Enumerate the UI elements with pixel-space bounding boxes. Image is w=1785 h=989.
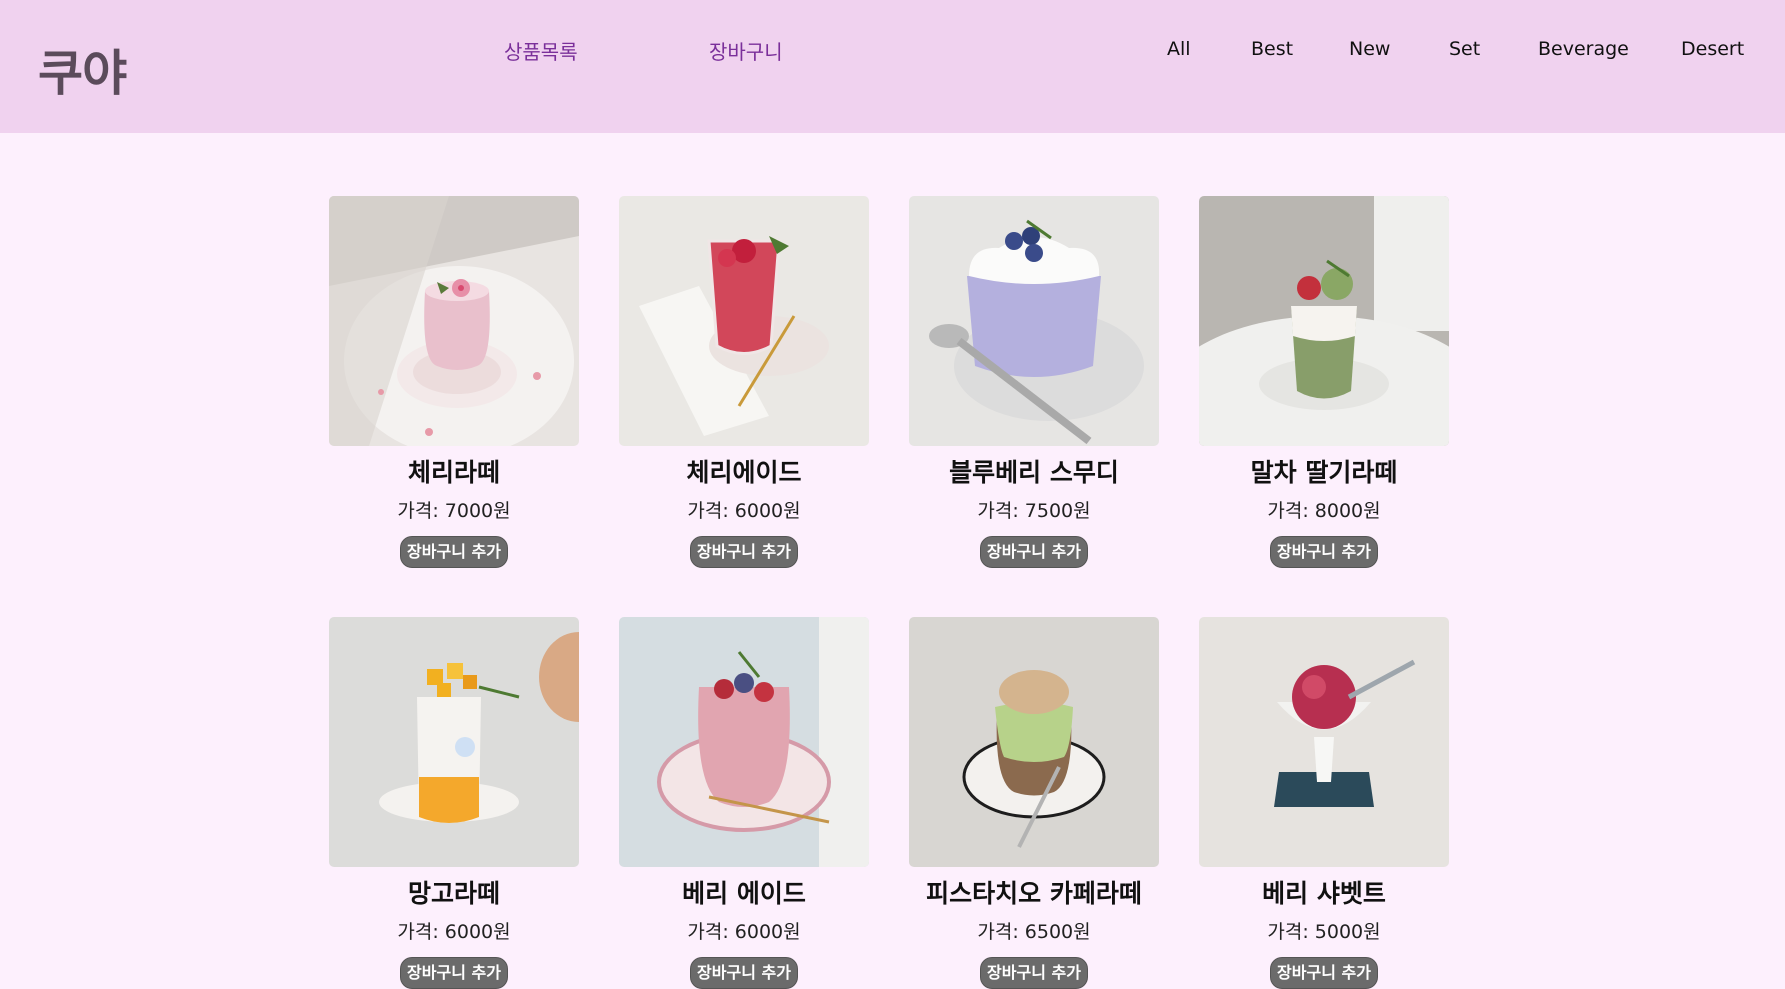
category-best[interactable]: Best: [1251, 38, 1293, 60]
product-card: 체리라떼 가격: 7000원 장바구니 추가: [329, 196, 579, 568]
product-price: 가격: 6000원: [687, 921, 801, 943]
product-price: 가격: 8000원: [1267, 500, 1381, 522]
nav-cart-link[interactable]: 장바구니: [709, 36, 783, 65]
product-image-pistachio-cafe-latte[interactable]: [909, 617, 1159, 867]
product-image-berry-ade[interactable]: [619, 617, 869, 867]
product-card: 베리 에이드 가격: 6000원 장바구니 추가: [619, 617, 869, 989]
site-header: 쿠야 상품목록 장바구니 All Best New Set Beverage D…: [0, 0, 1785, 133]
product-card: 말차 딸기라떼 가격: 8000원 장바구니 추가: [1199, 196, 1449, 568]
category-new[interactable]: New: [1349, 38, 1390, 60]
product-name: 피스타치오 카페라떼: [926, 879, 1142, 908]
add-to-cart-button[interactable]: 장바구니 추가: [1270, 957, 1378, 989]
product-card: 베리 샤벳트 가격: 5000원 장바구니 추가: [1199, 617, 1449, 989]
product-price: 가격: 5000원: [1267, 921, 1381, 943]
product-name: 망고라떼: [407, 879, 500, 908]
product-name: 베리 에이드: [682, 879, 806, 908]
product-name: 블루베리 스무디: [949, 458, 1119, 487]
product-image-cherry-latte[interactable]: [329, 196, 579, 446]
product-card: 체리에이드 가격: 6000원 장바구니 추가: [619, 196, 869, 568]
category-all[interactable]: All: [1167, 38, 1191, 60]
add-to-cart-button[interactable]: 장바구니 추가: [400, 536, 508, 568]
product-card: 피스타치오 카페라떼 가격: 6500원 장바구니 추가: [909, 617, 1159, 989]
product-card: 블루베리 스무디 가격: 7500원 장바구니 추가: [909, 196, 1159, 568]
product-name: 체리에이드: [686, 458, 802, 487]
product-name: 베리 샤벳트: [1262, 879, 1386, 908]
product-image-blueberry-smoothie[interactable]: [909, 196, 1159, 446]
product-price: 가격: 6500원: [977, 921, 1091, 943]
product-name: 체리라떼: [407, 458, 500, 487]
product-name: 말차 딸기라떼: [1250, 458, 1398, 487]
product-image-mango-latte[interactable]: [329, 617, 579, 867]
product-price: 가격: 6000원: [687, 500, 801, 522]
category-beverage[interactable]: Beverage: [1538, 38, 1629, 60]
category-set[interactable]: Set: [1449, 38, 1480, 60]
product-image-cherry-ade[interactable]: [619, 196, 869, 446]
add-to-cart-button[interactable]: 장바구니 추가: [980, 536, 1088, 568]
add-to-cart-button[interactable]: 장바구니 추가: [980, 957, 1088, 989]
product-image-matcha-strawberry-latte[interactable]: [1199, 196, 1449, 446]
site-logo[interactable]: 쿠야: [38, 34, 127, 105]
add-to-cart-button[interactable]: 장바구니 추가: [690, 957, 798, 989]
product-image-berry-sorbet[interactable]: [1199, 617, 1449, 867]
nav-products-link[interactable]: 상품목록: [504, 36, 578, 65]
product-price: 가격: 6000원: [397, 921, 511, 943]
product-card: 망고라떼 가격: 6000원 장바구니 추가: [329, 617, 579, 989]
add-to-cart-button[interactable]: 장바구니 추가: [400, 957, 508, 989]
product-price: 가격: 7000원: [397, 500, 511, 522]
add-to-cart-button[interactable]: 장바구니 추가: [1270, 536, 1378, 568]
category-desert[interactable]: Desert: [1681, 38, 1744, 60]
add-to-cart-button[interactable]: 장바구니 추가: [690, 536, 798, 568]
product-price: 가격: 7500원: [977, 500, 1091, 522]
